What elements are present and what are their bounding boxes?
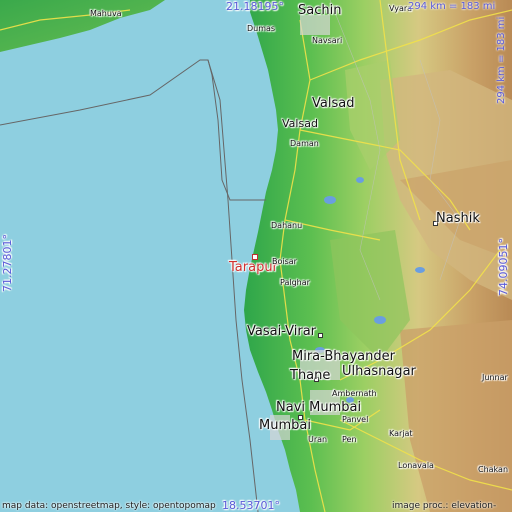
- city-marker-vasai[interactable]: [318, 333, 323, 338]
- scale-right: 294 km = 183 mi: [496, 16, 507, 104]
- city-label-daman[interactable]: Daman: [290, 140, 319, 148]
- city-label-vasai-virar[interactable]: Vasai-Virar: [247, 325, 316, 338]
- city-label-lonavala[interactable]: Lonavala: [398, 462, 434, 470]
- city-label-karjat[interactable]: Karjat: [389, 430, 413, 438]
- map-canvas[interactable]: Tarapur Sachin Valsad Nashik Vasai-Virar…: [0, 0, 512, 512]
- city-label-chakan[interactable]: Chakan: [478, 466, 508, 474]
- city-label-valsad[interactable]: Valsad: [312, 97, 354, 110]
- city-label-pen[interactable]: Pen: [342, 436, 357, 444]
- coord-top: 21.18195°: [226, 0, 284, 13]
- city-label-mira-bhayander[interactable]: Mira-Bhayander: [292, 350, 395, 363]
- city-label-junnar[interactable]: Junnar: [482, 374, 508, 382]
- city-label-mahuva[interactable]: Mahuva: [90, 10, 122, 18]
- attribution-left: map data: openstreetmap, style: opentopo…: [2, 501, 216, 511]
- scale-top: 294 km = 183 mi: [408, 1, 496, 12]
- target-place-label[interactable]: Tarapur: [229, 261, 278, 274]
- city-label-panvel[interactable]: Panvel: [342, 416, 368, 424]
- city-label-navi-mumbai[interactable]: Navi Mumbai: [276, 401, 361, 414]
- city-label-thane[interactable]: Thane: [290, 369, 330, 382]
- city-label-sachin[interactable]: Sachin: [298, 4, 341, 17]
- city-label-mumbai[interactable]: Mumbai: [259, 419, 311, 432]
- city-label-nashik[interactable]: Nashik: [436, 212, 480, 225]
- coord-left: 71.27801°: [1, 234, 14, 292]
- coord-bottom: 18.53701°: [222, 499, 280, 512]
- city-label-uran[interactable]: Uran: [308, 436, 327, 444]
- city-label-navsari[interactable]: Navsari: [312, 37, 342, 45]
- city-label-valsad-coast[interactable]: Valsad: [282, 118, 318, 129]
- city-label-dumas[interactable]: Dumas: [247, 25, 275, 33]
- city-label-dahanu[interactable]: Dahanu: [271, 222, 302, 230]
- city-label-palghar[interactable]: Palghar: [280, 279, 310, 287]
- city-label-ambernath[interactable]: Ambernath: [332, 390, 377, 398]
- attribution-right: image proc.: elevation-: [392, 501, 497, 511]
- city-label-ulhasnagar[interactable]: Ulhasnagar: [342, 365, 416, 378]
- city-label-boisar[interactable]: Boisar: [272, 258, 297, 266]
- coord-right: 74.09051°: [497, 238, 510, 296]
